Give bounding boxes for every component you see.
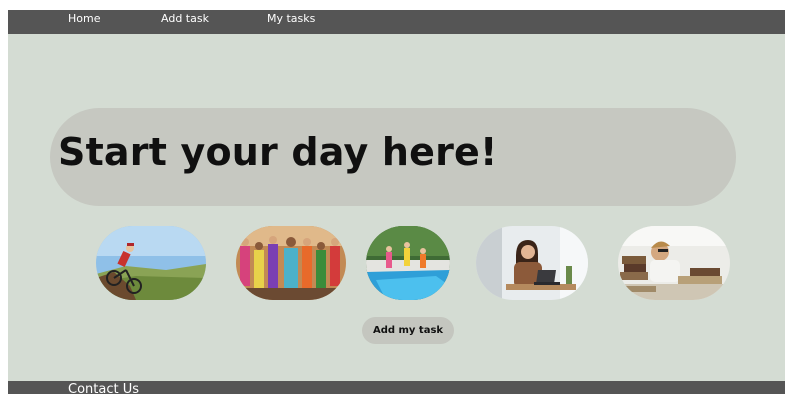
studying-books-photo [618,226,730,300]
top-navbar: Home Add task My tasks [8,10,785,34]
add-my-task-button[interactable]: Add my task [362,317,454,344]
cycling-photo [96,226,206,300]
nav-home-link[interactable]: Home [68,12,100,25]
page: Home Add task My tasks Start your day he… [8,10,785,394]
laptop-work-photo [476,226,588,300]
hero-banner: Start your day here! [50,108,736,206]
contact-us-link[interactable]: Contact Us [68,382,139,394]
swimming-pool-photo [366,226,450,300]
nav-my-tasks-link[interactable]: My tasks [267,12,315,25]
dance-class-photo [236,226,346,300]
hero-title: Start your day here! [58,130,498,174]
footer-bar: Contact Us [8,381,785,394]
nav-add-task-link[interactable]: Add task [161,12,209,25]
